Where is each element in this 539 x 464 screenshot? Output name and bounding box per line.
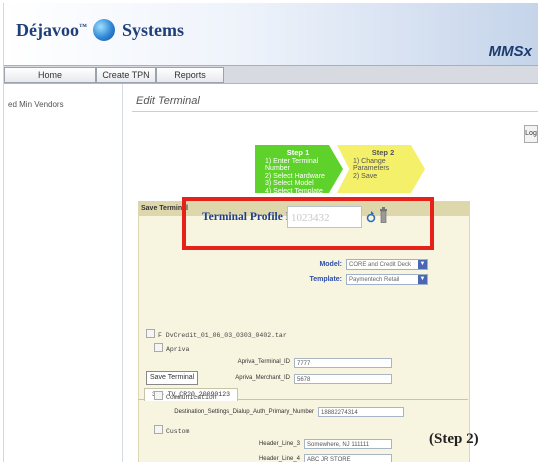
title-divider	[132, 111, 538, 112]
step-2-indicator: Step 2 1) Change Parameters 2) Save	[337, 145, 425, 193]
globe-icon	[93, 19, 116, 41]
sidebar-item-vendors[interactable]: ed Min Vendors	[8, 100, 64, 109]
step-2-line: 2) Save	[353, 172, 378, 180]
merchant-id-input[interactable]: 5678	[294, 374, 392, 384]
model-value: CORE and Credit Deck	[349, 262, 412, 268]
tree-node-communication[interactable]: Communication	[154, 391, 217, 401]
terminal-id-input[interactable]: 7777	[294, 358, 392, 368]
sidebar: ed Min Vendors	[4, 84, 123, 462]
highlight-box	[182, 197, 434, 250]
header-line-3-label: Header_Line_3	[258, 441, 300, 447]
dest-number-input[interactable]: 18882274314	[318, 407, 404, 417]
logout-button[interactable]: Log	[524, 125, 538, 143]
logo-word-right: Systems	[121, 20, 184, 40]
step-1-line: 2) Select Hardware	[265, 172, 325, 180]
template-select[interactable]: Paymentech Retail ▼	[346, 274, 428, 285]
nav-tab-create-tpn[interactable]: Create TPN	[96, 67, 156, 83]
dejavoo-logo: Déjavoo™ Systems	[16, 19, 184, 41]
file-icon	[146, 329, 155, 338]
tree-root-label: F DvCredit_01_06_03_0303_0402.tar	[158, 332, 287, 339]
step-2-title: Step 2	[371, 148, 395, 157]
collapse-icon	[154, 391, 163, 400]
merchant-id-label: Apriva_Merchant_ID	[235, 375, 290, 381]
tree-node-label: Custom	[166, 428, 190, 435]
logo-word-left: Déjavoo	[16, 20, 79, 40]
template-value: Paymentech Retail	[349, 277, 400, 283]
main-nav: Home Create TPN Reports	[4, 66, 538, 84]
step-1-line: 1) Enter Terminal Number	[265, 157, 319, 173]
nav-tab-home[interactable]: Home	[4, 67, 96, 83]
header-line-4-label: Header_Line_4	[258, 456, 300, 462]
step-1-line: 3) Select Model	[265, 180, 314, 187]
model-select[interactable]: CORE and Credit Deck ▼	[346, 259, 428, 270]
step-caption: (Step 2)	[429, 431, 479, 447]
step-2-line: 1) Change Parameters	[353, 157, 390, 173]
page-title: Edit Terminal	[136, 95, 200, 107]
product-name: MMSx	[488, 43, 532, 60]
collapse-icon	[154, 425, 163, 434]
tree-node-label: Communication	[166, 394, 217, 401]
step-1-title: Step 1	[286, 148, 310, 157]
chevron-down-icon: ▼	[418, 275, 427, 284]
dest-number-label: Destination_Settings_Dialup_Auth_Primary…	[174, 409, 314, 415]
tree-root[interactable]: F DvCredit_01_06_03_0303_0402.tar	[146, 329, 287, 339]
nav-tab-reports[interactable]: Reports	[156, 67, 224, 83]
header-line-4-input[interactable]: ABC JR STORE	[304, 454, 392, 462]
app-header: Déjavoo™ Systems MMSx	[4, 3, 538, 66]
header-line-3-input[interactable]: Somewhere, NJ 111111	[304, 439, 392, 449]
step-1-line: 4) Select Template	[265, 187, 323, 195]
template-label: Template:	[309, 276, 342, 283]
tree-node-custom[interactable]: Custom	[154, 425, 189, 435]
step-1-indicator: Step 1 1) Enter Terminal Number 2) Selec…	[255, 145, 343, 193]
model-label: Model:	[319, 261, 342, 268]
terminal-id-label: Apriva_Terminal_ID	[237, 359, 290, 365]
tree-node-apriva[interactable]: Apriva	[154, 343, 189, 353]
chevron-down-icon: ▼	[418, 260, 427, 269]
browser-frame: Déjavoo™ Systems MMSx Home Create TPN Re…	[3, 3, 538, 462]
collapse-icon	[154, 343, 163, 352]
tree-node-label: Apriva	[166, 346, 190, 353]
